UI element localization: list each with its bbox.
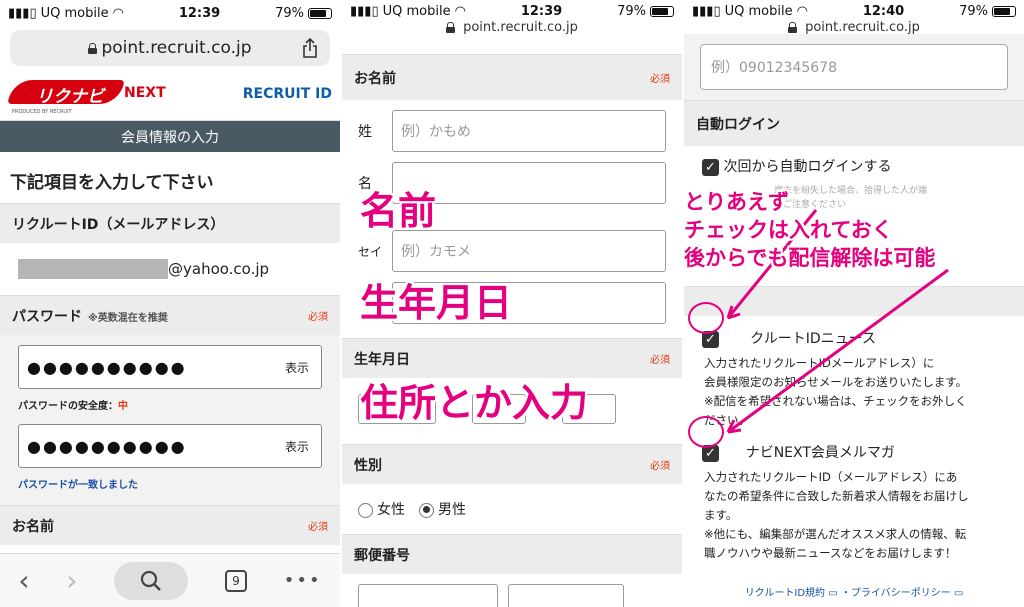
password-strength: パスワードの安全度：中 [18, 401, 128, 412]
password-match-message: パスワードが一致しました [18, 480, 138, 491]
gender-options: 女性 男性 [342, 484, 682, 534]
recruit-id-section: リクルートID（メールアドレス） [0, 203, 340, 243]
zip-section: 郵便番号 [342, 534, 682, 574]
sei-kana-row: セイ 例）カモメ [342, 230, 682, 272]
lock-icon [88, 42, 98, 54]
annotation-arrows [726, 209, 949, 434]
battery-icon [308, 7, 332, 19]
recruit-id-logo: RECRUIT ID [242, 86, 332, 102]
email-row: @yahoo.co.jp [0, 243, 340, 295]
zip-search-button[interactable] [508, 584, 624, 607]
password-confirm-input[interactable]: ●●●●●●●●●● 表示 [18, 424, 322, 468]
wifi-icon: ◠ [112, 5, 124, 21]
more-icon[interactable]: ••• [284, 570, 322, 591]
password-section: パスワード ※英数混在を推奨 必須 [0, 295, 340, 335]
site-header: リクナビ NEXT PRODUCED BY RECRUIT RECRUIT ID [0, 66, 340, 121]
name-section: お名前 必須 [342, 54, 682, 100]
screenshot-panel-3: ▮▮▮▯ UQ mobile ◠ 12:40 79% point.recruit.c… [684, 0, 1024, 607]
redacted-block [18, 259, 168, 279]
signal-icon: ▮▮▮▯ [8, 5, 37, 21]
battery-percent: 79% [275, 5, 304, 21]
female-radio[interactable]: 女性 [358, 499, 405, 519]
zip-row [342, 574, 682, 607]
annotation-note: とりあえず チェックは入れておく 後からでも配信解除は可能 [684, 190, 936, 270]
show-confirm-button[interactable]: 表示 [285, 438, 309, 455]
zip-input[interactable] [358, 584, 498, 607]
forward-icon[interactable]: › [66, 564, 77, 597]
page-title-bar: 会員情報の入力 [0, 121, 340, 152]
search-button[interactable] [114, 561, 189, 600]
back-icon[interactable]: ‹ [18, 564, 29, 597]
wifi-icon: ◠ [454, 3, 466, 19]
browser-toolbar: ‹ › 9 ••• [0, 553, 340, 607]
sei-row: 姓例）かもめ [342, 110, 682, 152]
annotation-birth: 生年月日 [360, 281, 513, 325]
sei-input[interactable]: 例）かもめ [392, 110, 666, 152]
required-badge: 必須 [308, 312, 328, 323]
name-section: お名前 必須 [0, 505, 340, 545]
form-heading: 下記項目を入力して下さい [10, 173, 214, 193]
password-input[interactable]: ●●●●●●●●●● 表示 [18, 345, 322, 389]
lock-icon [446, 21, 456, 33]
male-radio[interactable]: 男性 [419, 499, 466, 519]
carrier: UQ mobile [40, 5, 109, 21]
rikunabi-logo[interactable]: リクナビ NEXT PRODUCED BY RECRUIT [7, 78, 180, 118]
signal-icon: ▮▮▮▯ [350, 3, 379, 19]
clock: 12:39 [178, 5, 221, 21]
annotation-name: 名前 [360, 189, 437, 233]
sei-kana-input[interactable]: 例）カモメ [392, 230, 666, 272]
annotation-address: 住所とか入力 [360, 381, 589, 425]
tabs-button[interactable]: 9 [224, 569, 247, 592]
address-bar[interactable]: point.recruit.co.jp [10, 30, 330, 66]
status-bar: ▮▮▮▯ UQ mobile ◠ 12:39 79% [0, 0, 340, 26]
address-bar[interactable]: point.recruit.co.jp [342, 20, 682, 35]
search-icon [141, 570, 162, 591]
show-password-button[interactable]: 表示 [285, 359, 309, 376]
battery-icon [650, 5, 674, 17]
gender-section: 性別 必須 [342, 444, 682, 484]
screenshot-panel-2: ▮▮▮▯ UQ mobile ◠ 12:39 79% point.recruit.c… [342, 0, 682, 607]
screenshot-panel-1: ▮▮▮▯ UQ mobile ◠ 12:39 79% point.recruit.c… [0, 0, 340, 607]
url-text: point.recruit.co.jp [101, 38, 252, 58]
share-icon[interactable] [302, 38, 318, 58]
clock: 12:39 [520, 3, 563, 19]
email-value: @yahoo.co.jp [18, 259, 269, 279]
